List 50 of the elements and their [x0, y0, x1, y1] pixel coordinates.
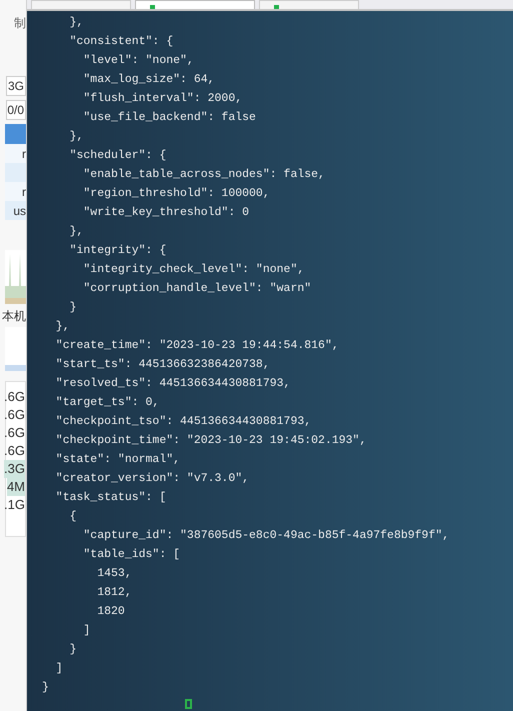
terminal-line: "state": "normal",	[54, 452, 182, 468]
terminal-line: 1820	[96, 604, 126, 620]
terminal-line: "creator_version": "v7.3.0",	[54, 471, 250, 487]
terminal-line: "task_status": [	[54, 490, 168, 506]
terminal-line: "table_ids": [	[82, 547, 182, 563]
terminal-line: "level": "none",	[82, 53, 195, 69]
terminal-line: "resolved_ts": 445136634430881793,	[54, 376, 292, 392]
terminal-line: }	[68, 642, 78, 658]
terminal-line: "integrity_check_level": "none",	[82, 262, 306, 278]
terminal-line: },	[68, 15, 84, 31]
size-value: .6G	[4, 442, 25, 460]
terminal-line: "region_threshold": 100000,	[82, 186, 271, 202]
size-value: .3G	[4, 460, 25, 478]
host-label: 本机	[2, 308, 26, 325]
terminal-line: 1453,	[96, 566, 133, 582]
terminal-line: "capture_id": "387605d5-e8c0-49ac-b85f-4a97fe8b9f9f",	[82, 528, 450, 544]
list-item[interactable]: r	[5, 144, 26, 163]
value-field: 0/0	[6, 100, 26, 120]
terminal-line: "max_log_size": 64,	[82, 72, 216, 88]
terminal-line: },	[68, 129, 84, 145]
terminal-line: "integrity": {	[68, 243, 168, 259]
terminal-line: "checkpoint_time": "2023-10-23 19:45:02.193",	[54, 433, 368, 449]
terminal-line: ]	[82, 623, 92, 639]
terminal-line: }	[42, 680, 50, 696]
terminal-line: "write_key_threshold": 0	[82, 205, 250, 221]
terminal-line: ]	[54, 661, 64, 677]
terminal-line: "start_ts": 445136632386420738,	[54, 357, 271, 373]
terminal-line: "target_ts": 0,	[54, 395, 160, 411]
value-field: 3G	[6, 76, 26, 96]
list-item[interactable]: us	[5, 201, 26, 220]
terminal-line: "enable_table_across_nodes": false,	[82, 167, 326, 183]
terminal-line: "corruption_handle_level": "warn"	[82, 281, 312, 297]
size-value: .1G	[4, 496, 25, 514]
size-value: .6G	[4, 388, 25, 406]
terminal-line: "flush_interval": 2000,	[82, 91, 244, 107]
terminal-line: "consistent": {	[68, 34, 174, 50]
panel-label: 制	[14, 15, 26, 32]
terminal-line: "checkpoint_tso": 445136634430881793,	[54, 414, 312, 430]
terminal-line: }	[68, 300, 78, 316]
terminal-line: "scheduler": {	[68, 148, 168, 164]
list-item[interactable]: r	[5, 182, 26, 201]
terminal-line: {	[68, 509, 78, 525]
terminal-line: "use_file_backend": false	[82, 110, 257, 126]
size-value: .6G	[4, 424, 25, 442]
terminal-line: 1812,	[96, 585, 133, 601]
terminal-line: "create_time": "2023-10-23 19:44:54.816",	[54, 338, 340, 354]
terminal-line: },	[68, 224, 84, 240]
size-value: .6G	[4, 406, 25, 424]
terminal-line: },	[54, 319, 71, 335]
size-value: 4M	[6, 478, 25, 496]
